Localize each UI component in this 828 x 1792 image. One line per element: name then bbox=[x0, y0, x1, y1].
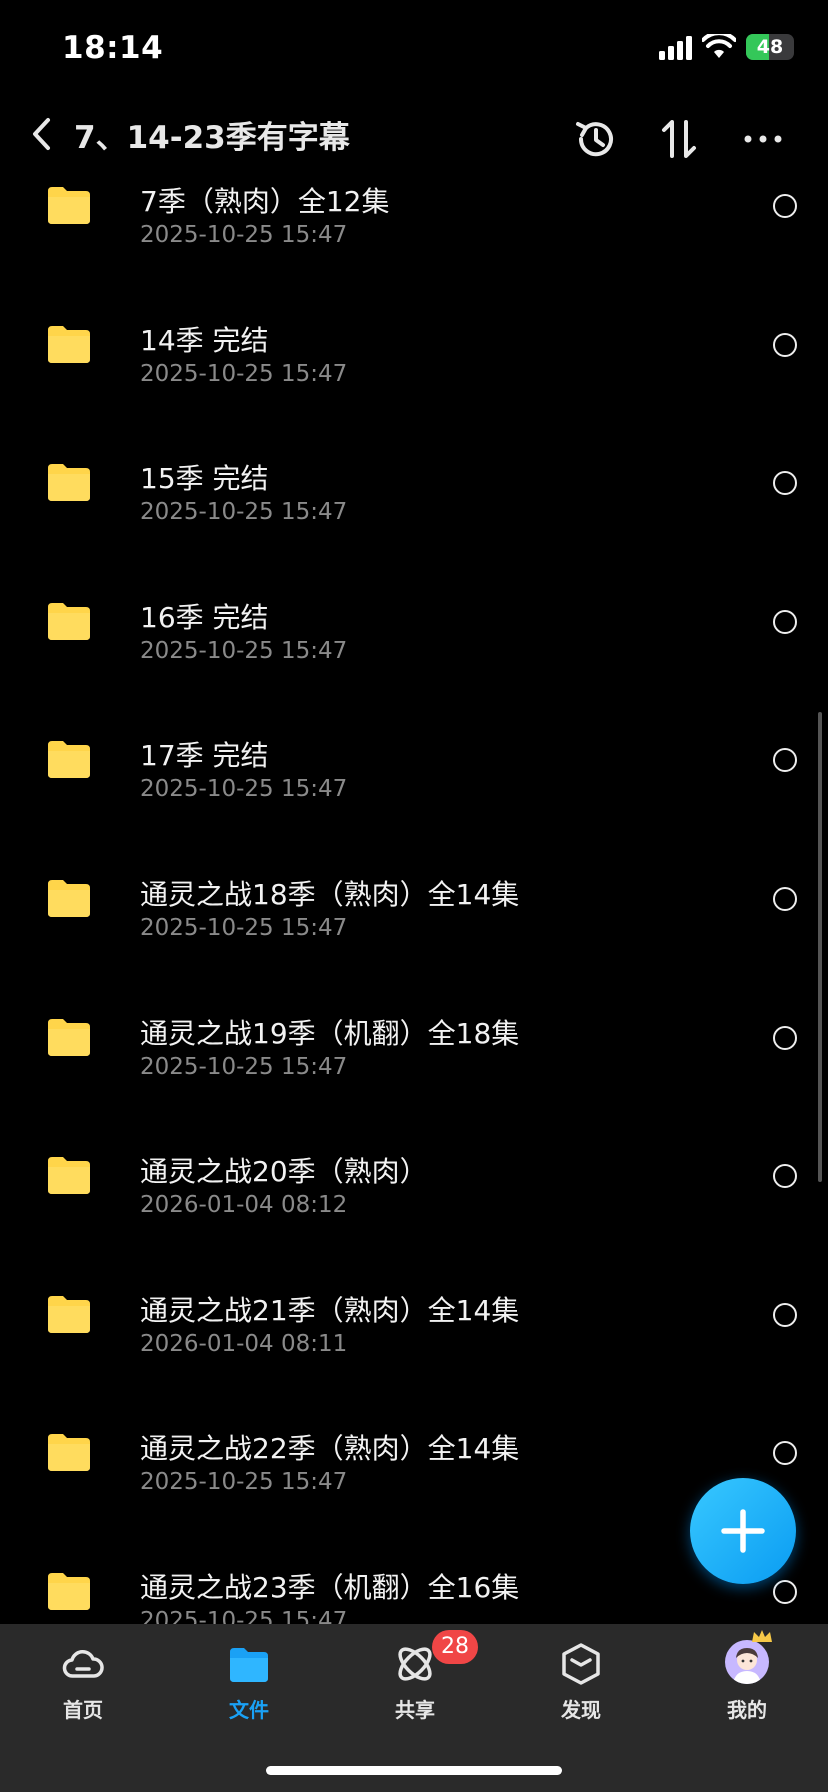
tab-home[interactable]: 首页 bbox=[0, 1624, 166, 1734]
back-icon[interactable] bbox=[26, 114, 58, 154]
share-badge: 28 bbox=[432, 1630, 478, 1664]
select-radio[interactable] bbox=[773, 748, 797, 773]
home-indicator bbox=[266, 1766, 562, 1775]
sort-icon[interactable] bbox=[656, 116, 702, 162]
file-name: 通灵之战19季（机翻）全18集 bbox=[140, 1016, 520, 1050]
header: 7、14-23季有字幕 bbox=[0, 96, 828, 176]
file-row[interactable]: 14季 完结 2025-10-25 15:47 bbox=[0, 275, 828, 414]
wifi-icon bbox=[702, 34, 736, 58]
folder-tab-icon bbox=[230, 1648, 268, 1682]
file-date: 2025-10-25 15:47 bbox=[140, 360, 348, 387]
tab-share-label: 共享 bbox=[395, 1698, 435, 1722]
more-icon[interactable] bbox=[740, 116, 786, 162]
share-orbit-icon bbox=[398, 1647, 432, 1681]
cellular-signal-icon bbox=[659, 34, 692, 60]
file-name: 通灵之战18季（熟肉）全14集 bbox=[140, 877, 520, 911]
folder-icon bbox=[48, 741, 90, 779]
plus-icon bbox=[721, 1509, 765, 1553]
file-row[interactable]: 通灵之战21季（熟肉）全14集 2026-01-04 08:11 bbox=[0, 1245, 828, 1384]
file-list[interactable]: 7季（熟肉）全12集 2025-10-25 15:47 14季 完结 2025-10-… bbox=[0, 176, 828, 1624]
file-date: 2025-10-25 15:47 bbox=[140, 1469, 348, 1496]
tab-home-label: 首页 bbox=[63, 1698, 103, 1722]
history-icon[interactable] bbox=[572, 116, 618, 162]
tab-files[interactable]: 文件 bbox=[166, 1624, 332, 1734]
file-date: 2026-01-04 08:11 bbox=[140, 1330, 348, 1357]
status-bar: 18:14 48 bbox=[0, 0, 828, 96]
folder-icon bbox=[48, 187, 90, 224]
cloud-icon bbox=[62, 1650, 104, 1678]
file-date: 2025-10-25 15:47 bbox=[140, 914, 348, 941]
tab-files-label: 文件 bbox=[229, 1698, 269, 1722]
scrollbar[interactable] bbox=[818, 712, 822, 1182]
file-row[interactable]: 16季 完结 2025-10-25 15:47 bbox=[0, 552, 828, 691]
file-row[interactable]: 15季 完结 2025-10-25 15:47 bbox=[0, 413, 828, 552]
select-radio[interactable] bbox=[773, 194, 797, 218]
avatar-figure-icon bbox=[733, 1648, 761, 1684]
file-row[interactable]: 通灵之战19季（机翻）全18集 2025-10-25 15:47 bbox=[0, 968, 828, 1107]
file-row[interactable]: 通灵之战18季（熟肉）全14集 2025-10-25 15:47 bbox=[0, 829, 828, 968]
avatar[interactable] bbox=[725, 1640, 769, 1684]
file-date: 2025-10-25 15:47 bbox=[140, 499, 348, 526]
file-date: 2026-01-04 08:12 bbox=[140, 1192, 348, 1219]
battery-icon: 48 bbox=[746, 34, 794, 60]
file-name: 14季 完结 bbox=[140, 323, 269, 357]
file-rows: 7季（熟肉）全12集 2025-10-25 15:47 14季 完结 2025-10-… bbox=[0, 176, 828, 1624]
select-radio[interactable] bbox=[773, 471, 797, 496]
file-date: 2025-10-25 15:47 bbox=[140, 637, 348, 664]
folder-icon bbox=[48, 1018, 90, 1056]
file-row[interactable]: 通灵之战20季（熟肉） 2026-01-04 08:12 bbox=[0, 1106, 828, 1245]
file-date: 2025-10-25 15:47 bbox=[140, 222, 348, 248]
folder-icon bbox=[48, 1572, 90, 1610]
battery-level: 48 bbox=[756, 36, 784, 58]
page-title: 7、14-23季有字幕 bbox=[74, 120, 350, 156]
tab-discover[interactable]: 发现 bbox=[498, 1624, 664, 1734]
add-button[interactable] bbox=[690, 1478, 796, 1584]
status-icons: 48 bbox=[659, 34, 794, 60]
folder-icon bbox=[48, 1434, 90, 1472]
file-row[interactable]: 17季 完结 2025-10-25 15:47 bbox=[0, 690, 828, 829]
folder-icon bbox=[48, 464, 90, 502]
select-radio[interactable] bbox=[773, 886, 797, 911]
folder-icon bbox=[48, 879, 90, 917]
file-row[interactable]: 7季（熟肉）全12集 2025-10-25 15:47 bbox=[0, 176, 828, 275]
file-name: 16季 完结 bbox=[140, 600, 269, 634]
file-name: 17季 完结 bbox=[140, 739, 269, 773]
select-radio[interactable] bbox=[773, 1302, 797, 1327]
file-date: 2025-10-25 15:47 bbox=[140, 776, 348, 803]
folder-icon bbox=[48, 602, 90, 640]
tab-mine-label: 我的 bbox=[727, 1698, 767, 1722]
file-name: 通灵之战23季（机翻）全16集 bbox=[140, 1570, 520, 1604]
select-radio[interactable] bbox=[773, 1579, 797, 1604]
tab-discover-label: 发现 bbox=[561, 1698, 601, 1722]
folder-icon bbox=[48, 325, 90, 363]
file-date: 2025-10-25 15:47 bbox=[140, 1053, 348, 1080]
file-name: 通灵之战22季（熟肉）全14集 bbox=[140, 1432, 520, 1466]
folder-icon bbox=[48, 1157, 90, 1195]
discover-cube-icon bbox=[562, 1643, 600, 1685]
file-date: 2025-10-25 15:47 bbox=[140, 1607, 348, 1624]
select-radio[interactable] bbox=[773, 1164, 797, 1189]
file-name: 通灵之战20季（熟肉） bbox=[140, 1155, 428, 1189]
crown-icon bbox=[752, 1630, 772, 1642]
select-radio[interactable] bbox=[773, 1025, 797, 1050]
file-name: 通灵之战21季（熟肉）全14集 bbox=[140, 1293, 520, 1327]
select-radio[interactable] bbox=[773, 332, 797, 357]
file-name: 7季（熟肉）全12集 bbox=[140, 185, 390, 218]
folder-icon bbox=[48, 1295, 90, 1333]
select-radio[interactable] bbox=[773, 609, 797, 634]
select-radio[interactable] bbox=[773, 1441, 797, 1466]
status-time: 18:14 bbox=[62, 30, 164, 66]
file-name: 15季 完结 bbox=[140, 462, 269, 496]
